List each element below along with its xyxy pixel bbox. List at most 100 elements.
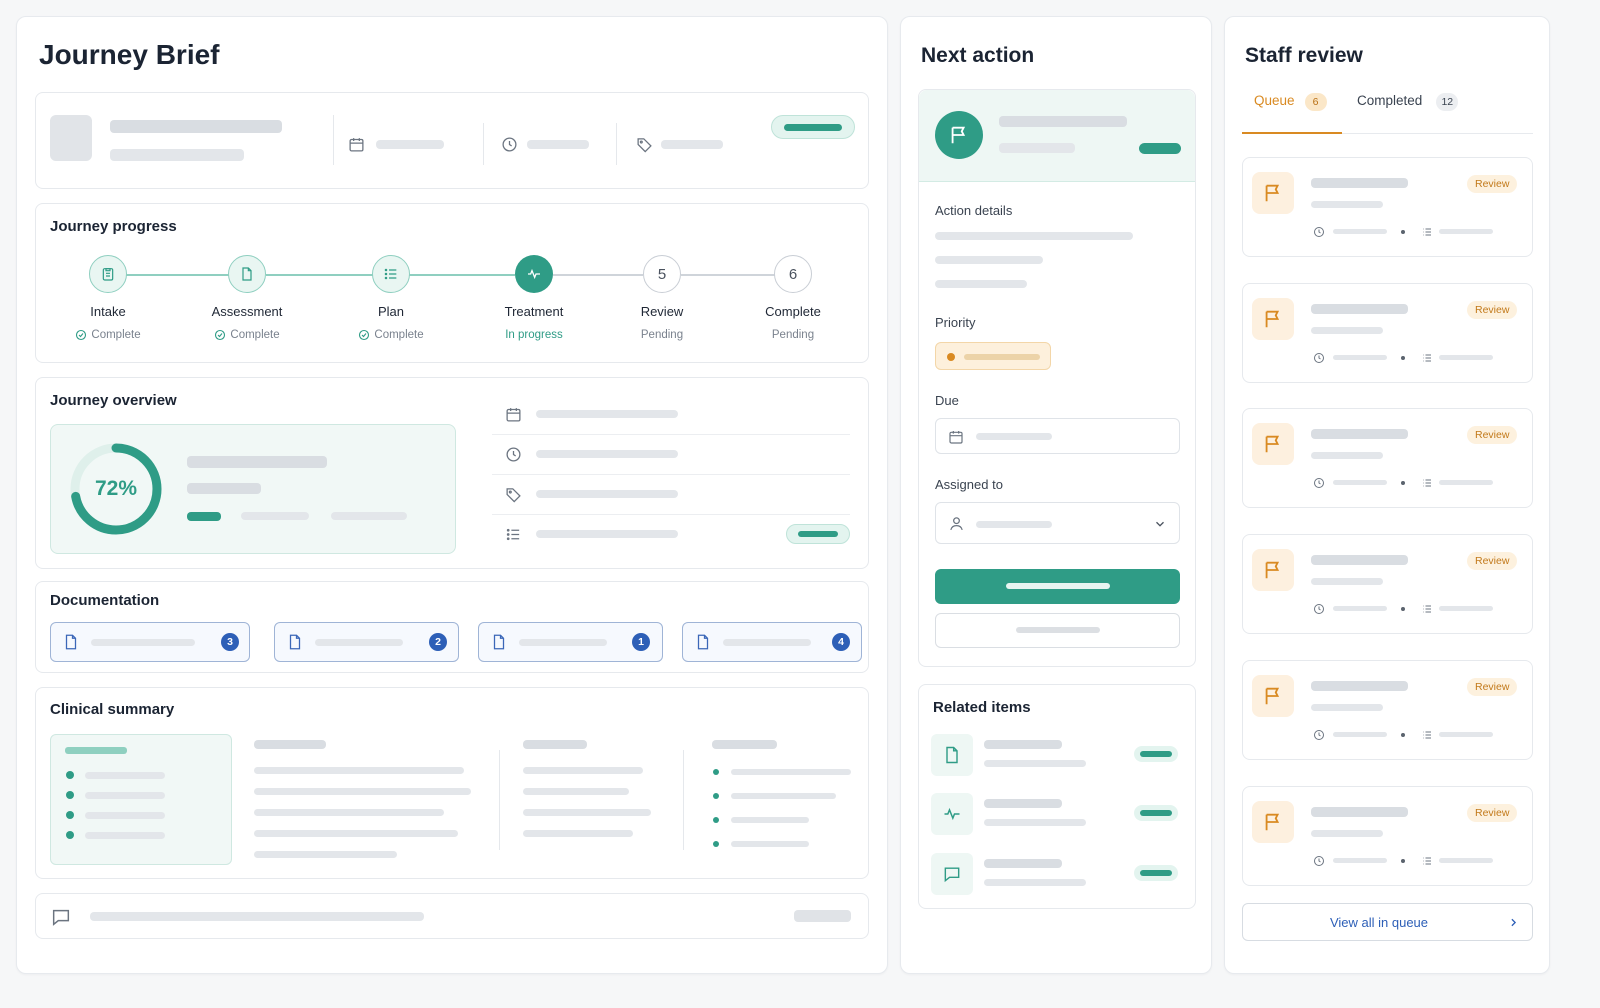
review-item[interactable]: Review bbox=[1242, 283, 1533, 383]
queue-count: 6 bbox=[1304, 93, 1327, 111]
review-item[interactable]: Review bbox=[1242, 408, 1533, 508]
secondary-action-button[interactable] bbox=[935, 613, 1180, 648]
activity-icon bbox=[931, 793, 973, 835]
clinical-summary-card: Clinical summary bbox=[35, 687, 869, 879]
review-badge: Review bbox=[1467, 804, 1518, 822]
assigned-label: Assigned to bbox=[935, 477, 1003, 492]
comment-send-button[interactable] bbox=[794, 910, 851, 922]
step-name: Review bbox=[640, 304, 684, 319]
section-title: Clinical summary bbox=[50, 701, 175, 718]
calendar-icon bbox=[505, 406, 522, 423]
assignee-select[interactable] bbox=[935, 502, 1180, 544]
document-icon bbox=[62, 632, 80, 652]
overview-summary-box: 72% bbox=[50, 424, 456, 554]
list-icon bbox=[1421, 226, 1433, 238]
document-chip[interactable]: 4 bbox=[682, 622, 862, 662]
related-item[interactable] bbox=[931, 791, 1185, 837]
action-details-label: Action details bbox=[935, 203, 1013, 218]
step-name: Assessment bbox=[211, 304, 283, 319]
panel-title: Next action bbox=[921, 44, 1035, 67]
step-treatment[interactable] bbox=[515, 255, 553, 293]
view-all-label: View all in queue bbox=[1329, 915, 1429, 930]
review-item[interactable]: Review bbox=[1242, 786, 1533, 886]
check-circle-icon bbox=[75, 329, 87, 341]
document-icon bbox=[286, 632, 304, 652]
step-name: Complete bbox=[765, 304, 821, 319]
document-count: 4 bbox=[832, 633, 850, 651]
step-assessment[interactable] bbox=[228, 255, 266, 293]
related-items-card: Related items bbox=[918, 684, 1196, 909]
document-count: 3 bbox=[221, 633, 239, 651]
related-item[interactable] bbox=[931, 732, 1185, 778]
list-icon bbox=[1421, 352, 1433, 364]
document-count: 2 bbox=[429, 633, 447, 651]
review-item[interactable]: Review bbox=[1242, 157, 1533, 257]
list-icon bbox=[1421, 603, 1433, 615]
clock-icon bbox=[1313, 352, 1325, 364]
review-badge: Review bbox=[1467, 175, 1518, 193]
document-icon bbox=[490, 632, 508, 652]
priority-label: Priority bbox=[935, 315, 976, 330]
journey-brief-panel: Journey Brief Journey progress Intake Co… bbox=[16, 16, 888, 974]
flag-icon bbox=[1252, 801, 1294, 843]
summary-highlight-box bbox=[50, 734, 232, 865]
action-card: Action details Priority Due Assigned to bbox=[918, 89, 1196, 667]
document-chip[interactable]: 2 bbox=[274, 622, 459, 662]
list-icon bbox=[505, 526, 522, 543]
view-all-button[interactable]: View all in queue bbox=[1242, 903, 1533, 941]
patient-header-card bbox=[35, 92, 869, 189]
progress-percent: 72% bbox=[94, 477, 138, 500]
clipboard-icon bbox=[100, 266, 116, 282]
clock-icon bbox=[505, 446, 522, 463]
due-date-input[interactable] bbox=[935, 418, 1180, 454]
activity-icon bbox=[526, 266, 542, 282]
related-item[interactable] bbox=[931, 851, 1185, 897]
document-chip[interactable]: 1 bbox=[478, 622, 663, 662]
step-intake[interactable] bbox=[89, 255, 127, 293]
flag-icon bbox=[1252, 675, 1294, 717]
step-review[interactable]: 5 bbox=[643, 255, 681, 293]
panel-title: Staff review bbox=[1245, 44, 1363, 67]
document-icon bbox=[694, 632, 712, 652]
document-icon bbox=[239, 266, 255, 282]
flag-icon bbox=[1252, 549, 1294, 591]
priority-badge[interactable] bbox=[935, 342, 1051, 370]
flag-icon bbox=[1252, 423, 1294, 465]
document-chip[interactable]: 3 bbox=[50, 622, 250, 662]
comment-bar[interactable] bbox=[35, 893, 869, 939]
documentation-card: Documentation 3 2 1 4 bbox=[35, 581, 869, 673]
user-icon bbox=[948, 515, 965, 532]
step-complete[interactable]: 6 bbox=[774, 255, 812, 293]
tab-indicator bbox=[1242, 132, 1342, 134]
clock-icon bbox=[1313, 477, 1325, 489]
tab-queue[interactable]: Queue 6 bbox=[1254, 93, 1327, 111]
status-badge bbox=[786, 524, 850, 544]
review-badge: Review bbox=[1467, 552, 1518, 570]
page-title: Journey Brief bbox=[39, 39, 220, 70]
list-icon bbox=[1421, 729, 1433, 741]
journey-overview-card: Journey overview 72% bbox=[35, 377, 869, 569]
avatar bbox=[50, 115, 92, 161]
step-plan[interactable] bbox=[372, 255, 410, 293]
next-action-panel: Next action Action details Priority Due … bbox=[900, 16, 1212, 974]
flag-icon bbox=[1252, 172, 1294, 214]
review-item[interactable]: Review bbox=[1242, 534, 1533, 634]
review-item[interactable]: Review bbox=[1242, 660, 1533, 760]
tab-completed[interactable]: Completed 12 bbox=[1357, 93, 1459, 111]
clock-icon bbox=[1313, 226, 1325, 238]
step-status: Pending bbox=[640, 329, 684, 341]
completed-count: 12 bbox=[1436, 93, 1459, 111]
step-status: Complete bbox=[38, 329, 178, 341]
review-badge: Review bbox=[1467, 301, 1518, 319]
primary-action-button[interactable] bbox=[935, 569, 1180, 604]
section-title: Related items bbox=[933, 699, 1031, 716]
tag-icon bbox=[505, 486, 522, 503]
staff-review-panel: Staff review Queue 6 Completed 12 Review R… bbox=[1224, 16, 1550, 974]
journey-progress-card: Journey progress Intake Complete Assessm… bbox=[35, 203, 869, 363]
chevron-right-icon bbox=[1507, 916, 1520, 929]
flag-icon bbox=[935, 111, 983, 159]
step-name: Plan bbox=[377, 304, 405, 319]
step-status: In progress bbox=[505, 329, 563, 341]
comment-icon bbox=[50, 906, 72, 928]
clock-icon bbox=[501, 136, 518, 153]
